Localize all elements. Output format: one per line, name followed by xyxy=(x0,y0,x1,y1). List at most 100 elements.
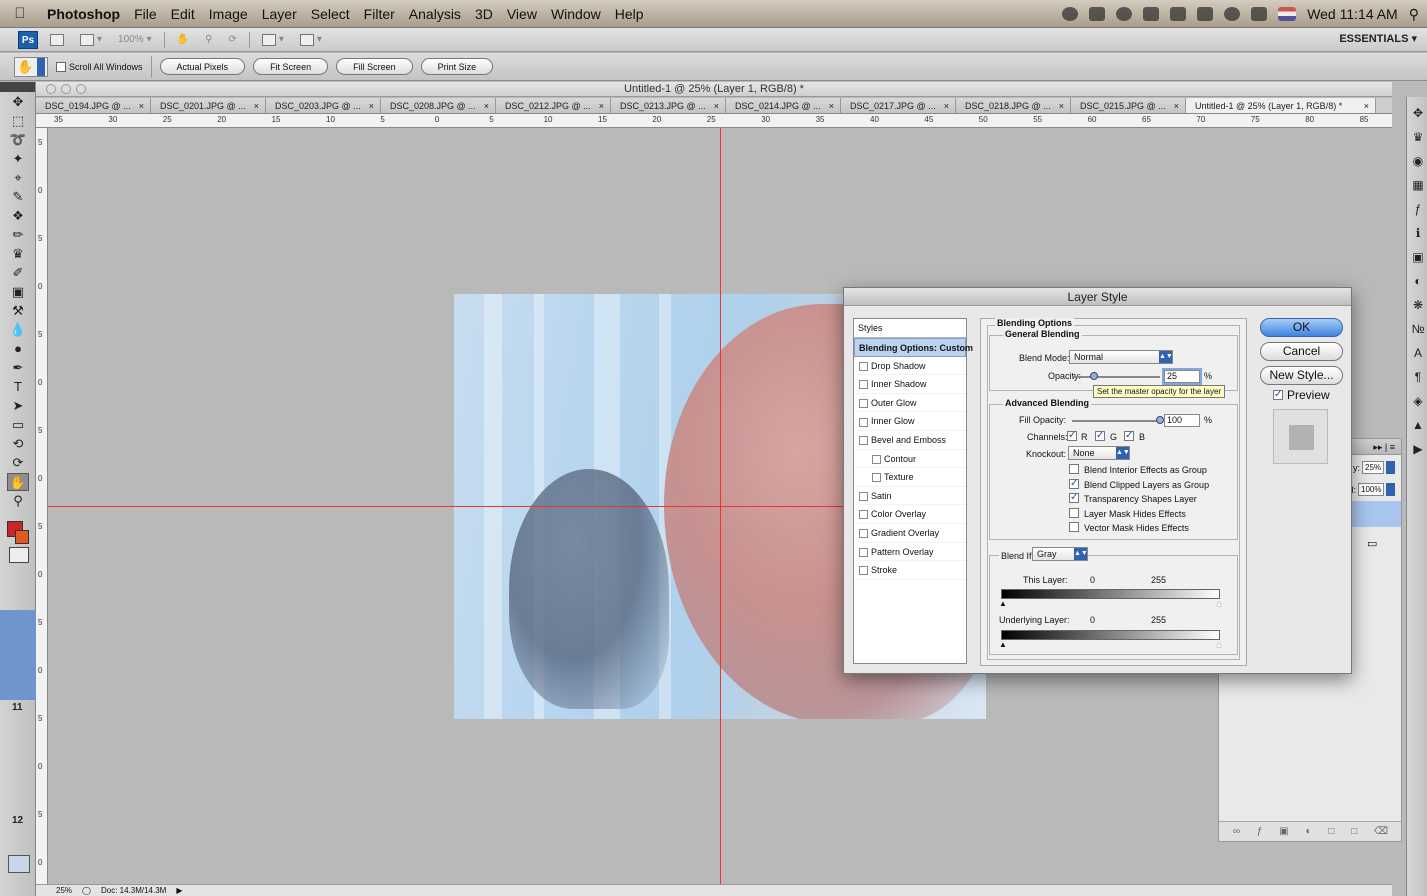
style-item[interactable]: Texture xyxy=(854,468,966,487)
print-size-button[interactable]: Print Size xyxy=(420,58,494,75)
style-item[interactable]: Blending Options: Custom xyxy=(854,338,973,357)
opacity-slider-thumb[interactable] xyxy=(1090,372,1098,380)
clone-source-icon[interactable]: ♛ xyxy=(1410,129,1426,145)
sync-icon[interactable] xyxy=(1224,7,1241,21)
advanced-option-checkbox[interactable] xyxy=(1069,507,1079,518)
close-icon[interactable]: × xyxy=(1059,98,1064,113)
layers-panel-icon[interactable]: ◈ xyxy=(1410,393,1426,409)
actual-pixels-button[interactable]: Actual Pixels xyxy=(159,58,246,75)
growl-icon[interactable] xyxy=(1062,7,1079,21)
ok-button[interactable]: OK xyxy=(1260,318,1343,337)
paragraph-icon[interactable]: ¶ xyxy=(1410,369,1426,385)
channel-b-checkbox[interactable]: ✓ xyxy=(1124,431,1134,441)
style-item[interactable]: Pattern Overlay xyxy=(854,543,966,562)
fill-opacity-slider-track[interactable] xyxy=(1072,420,1160,422)
dialog-title[interactable]: Layer Style xyxy=(844,288,1351,306)
zoom-window-button[interactable] xyxy=(76,84,86,94)
close-icon[interactable]: × xyxy=(1364,98,1369,113)
blend-mode-dropdown[interactable]: Normal ▲▼ xyxy=(1069,350,1173,364)
workspace-switcher[interactable]: ESSENTIALS ▾ xyxy=(1339,32,1417,45)
style-checkbox[interactable] xyxy=(859,380,868,390)
brushes-icon[interactable]: ❋ xyxy=(1410,297,1426,313)
spotlight-icon[interactable]: ⚲ xyxy=(1409,6,1419,23)
style-checkbox[interactable] xyxy=(859,436,868,446)
close-icon[interactable]: × xyxy=(484,98,489,113)
bluetooth-icon[interactable] xyxy=(1089,7,1106,21)
style-item[interactable]: Satin xyxy=(854,487,966,506)
menu-3d[interactable]: 3D xyxy=(468,6,500,22)
document-tab[interactable]: DSC_0218.JPG @ ... × xyxy=(956,98,1071,113)
close-icon[interactable]: × xyxy=(599,98,604,113)
eyedropper-tool-icon[interactable]: ✎ xyxy=(7,188,29,206)
style-checkbox[interactable] xyxy=(859,547,868,557)
tool-preset-picker[interactable]: ✋ xyxy=(14,56,48,77)
time-machine-icon[interactable] xyxy=(1116,7,1133,21)
style-checkbox[interactable] xyxy=(872,454,881,464)
knockout-dropdown[interactable]: None ▲▼ xyxy=(1068,446,1130,460)
menu-help[interactable]: Help xyxy=(608,6,651,22)
underlying-layer-white-slider[interactable]: ▲ xyxy=(1215,641,1223,649)
cancel-button[interactable]: Cancel xyxy=(1260,342,1343,361)
clone-stamp-tool-icon[interactable]: ♛ xyxy=(7,245,29,263)
menu-view[interactable]: View xyxy=(500,6,544,22)
fit-screen-button[interactable]: Fit Screen xyxy=(253,58,329,75)
pen-tool-icon[interactable]: ✒ xyxy=(7,359,29,377)
arrange-documents-button[interactable]: ▾ xyxy=(258,32,288,48)
advanced-option-checkbox[interactable]: ✓ xyxy=(1069,493,1079,503)
apple-icon[interactable]:  xyxy=(0,5,40,22)
blend-if-dropdown[interactable]: Gray ▲▼ xyxy=(1032,547,1088,561)
view-extras-button[interactable]: ▾ xyxy=(76,32,106,48)
this-layer-gradient[interactable] xyxy=(1001,589,1220,599)
style-item[interactable]: Contour xyxy=(854,450,966,469)
status-zoom[interactable]: 25% xyxy=(56,885,72,896)
collapsed-panel-strip[interactable] xyxy=(0,610,36,700)
menu-filter[interactable]: Filter xyxy=(357,6,402,22)
type-tool-icon[interactable]: T xyxy=(7,378,29,396)
preview-checkbox[interactable]: ✓ xyxy=(1273,390,1283,400)
bridge-button[interactable] xyxy=(46,32,68,48)
channel-g-checkbox[interactable]: ✓ xyxy=(1095,431,1105,441)
panel-grip[interactable] xyxy=(0,82,35,92)
actions-icon[interactable]: ▶ xyxy=(1410,441,1426,457)
marquee-tool-icon[interactable]: ⬚ xyxy=(7,112,29,130)
style-checkbox[interactable] xyxy=(859,510,868,520)
chevron-down-icon[interactable] xyxy=(1386,461,1395,474)
status-info-icon[interactable]: ◯ xyxy=(82,885,91,896)
dodge-tool-icon[interactable]: ● xyxy=(7,340,29,358)
path-select-tool-icon[interactable]: ➤ xyxy=(7,397,29,415)
blur-tool-icon[interactable]: 💧 xyxy=(7,321,29,339)
style-item[interactable]: Inner Glow xyxy=(854,412,966,431)
styles-icon[interactable]: ƒ xyxy=(1410,201,1426,217)
menu-file[interactable]: File xyxy=(127,6,164,22)
channel-r-checkbox[interactable]: ✓ xyxy=(1067,431,1077,441)
close-icon[interactable]: × xyxy=(1174,98,1179,113)
3d-orbit-tool-icon[interactable]: ⟳ xyxy=(7,454,29,472)
fill-opacity-input[interactable]: 100 xyxy=(1164,414,1200,427)
document-tab[interactable]: DSC_0212.JPG @ ... × xyxy=(496,98,611,113)
minimize-window-button[interactable] xyxy=(61,84,71,94)
close-icon[interactable]: × xyxy=(944,98,949,113)
display-icon[interactable] xyxy=(1143,7,1160,21)
quick-select-tool-icon[interactable]: ✦ xyxy=(7,150,29,168)
zoom-level-dropdown[interactable]: 100% ▾ xyxy=(114,32,156,48)
3d-panel-icon[interactable]: ✥ xyxy=(1410,105,1426,121)
opacity-input[interactable]: 25 xyxy=(1164,370,1200,383)
close-icon[interactable]: × xyxy=(369,98,374,113)
document-tab[interactable]: DSC_0201.JPG @ ... × xyxy=(151,98,266,113)
menu-window[interactable]: Window xyxy=(544,6,608,22)
close-icon[interactable]: × xyxy=(714,98,719,113)
document-tab[interactable]: DSC_0217.JPG @ ... × xyxy=(841,98,956,113)
wifi-icon[interactable] xyxy=(1170,7,1187,21)
menu-layer[interactable]: Layer xyxy=(255,6,304,22)
underlying-layer-gradient[interactable] xyxy=(1001,630,1220,640)
status-menu-arrow-icon[interactable]: ▶ xyxy=(176,885,182,896)
screen-mode-toggle-icon[interactable] xyxy=(8,855,30,873)
close-icon[interactable]: × xyxy=(139,98,144,113)
color-panel-icon[interactable]: ◉ xyxy=(1410,153,1426,169)
advanced-option-checkbox[interactable] xyxy=(1069,464,1079,474)
eraser-tool-icon[interactable]: ▣ xyxy=(7,283,29,301)
volume-icon[interactable] xyxy=(1251,7,1268,21)
tool-presets-icon[interactable]: № xyxy=(1410,321,1426,337)
fill-screen-button[interactable]: Fill Screen xyxy=(336,58,413,75)
character-icon[interactable]: A xyxy=(1410,345,1426,361)
